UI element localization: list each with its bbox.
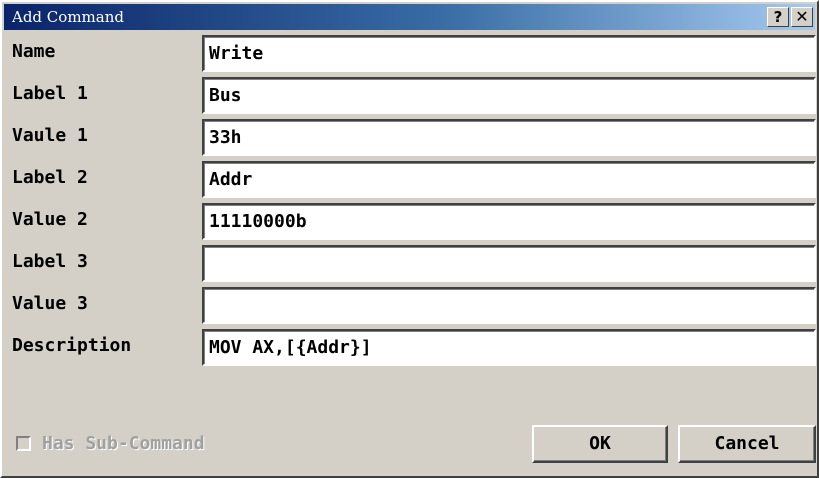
- name-row: Name: [2, 31, 819, 72]
- description-row: Description: [2, 325, 819, 366]
- label-3-row: Label 3: [2, 241, 819, 282]
- label-3-label: Label 3: [12, 251, 88, 272]
- description-label: Description: [12, 335, 132, 356]
- title-bar[interactable]: Add Command ? ✕: [4, 4, 815, 30]
- value-2-label: Value 2: [12, 209, 88, 230]
- help-icon: ?: [773, 8, 783, 26]
- label-3-input[interactable]: [204, 247, 814, 280]
- label-2-row: Label 2: [2, 157, 819, 198]
- value-1-field-frame: [202, 119, 816, 156]
- value-2-input[interactable]: [204, 205, 814, 238]
- value-2-field-frame: [202, 203, 816, 240]
- name-field-frame: [202, 35, 816, 72]
- label-1-field-frame: [202, 77, 816, 114]
- value-1-label: Vaule 1: [12, 125, 88, 146]
- name-label: Name: [12, 41, 56, 62]
- label-2-label: Label 2: [12, 167, 88, 188]
- has-sub-command-checkbox[interactable]: [16, 436, 31, 451]
- has-sub-command-label: Has Sub-Command: [42, 433, 205, 454]
- label-3-field-frame: [202, 245, 816, 282]
- value-3-label: Value 3: [12, 293, 88, 314]
- label-2-field-frame: [202, 161, 816, 198]
- value-2-row: Value 2: [2, 199, 819, 240]
- description-input[interactable]: [204, 331, 814, 364]
- close-button[interactable]: ✕: [791, 7, 813, 27]
- description-field-frame: [202, 329, 816, 366]
- value-3-row: Value 3: [2, 283, 819, 324]
- window-title: Add Command: [12, 8, 124, 26]
- help-button[interactable]: ?: [767, 7, 789, 27]
- close-icon: ✕: [795, 7, 809, 26]
- add-command-dialog: Add Command ? ✕ Name Label 1 Vaule 1 Lab…: [0, 0, 819, 478]
- label-1-row: Label 1: [2, 73, 819, 114]
- name-input[interactable]: [204, 37, 814, 70]
- value-1-row: Vaule 1: [2, 115, 819, 156]
- value-3-field-frame: [202, 287, 816, 324]
- label-1-input[interactable]: [204, 79, 814, 112]
- cancel-button[interactable]: Cancel: [678, 425, 816, 463]
- label-1-label: Label 1: [12, 83, 88, 104]
- label-2-input[interactable]: [204, 163, 814, 196]
- ok-button[interactable]: OK: [532, 425, 668, 463]
- value-1-input[interactable]: [204, 121, 814, 154]
- value-3-input[interactable]: [204, 289, 814, 322]
